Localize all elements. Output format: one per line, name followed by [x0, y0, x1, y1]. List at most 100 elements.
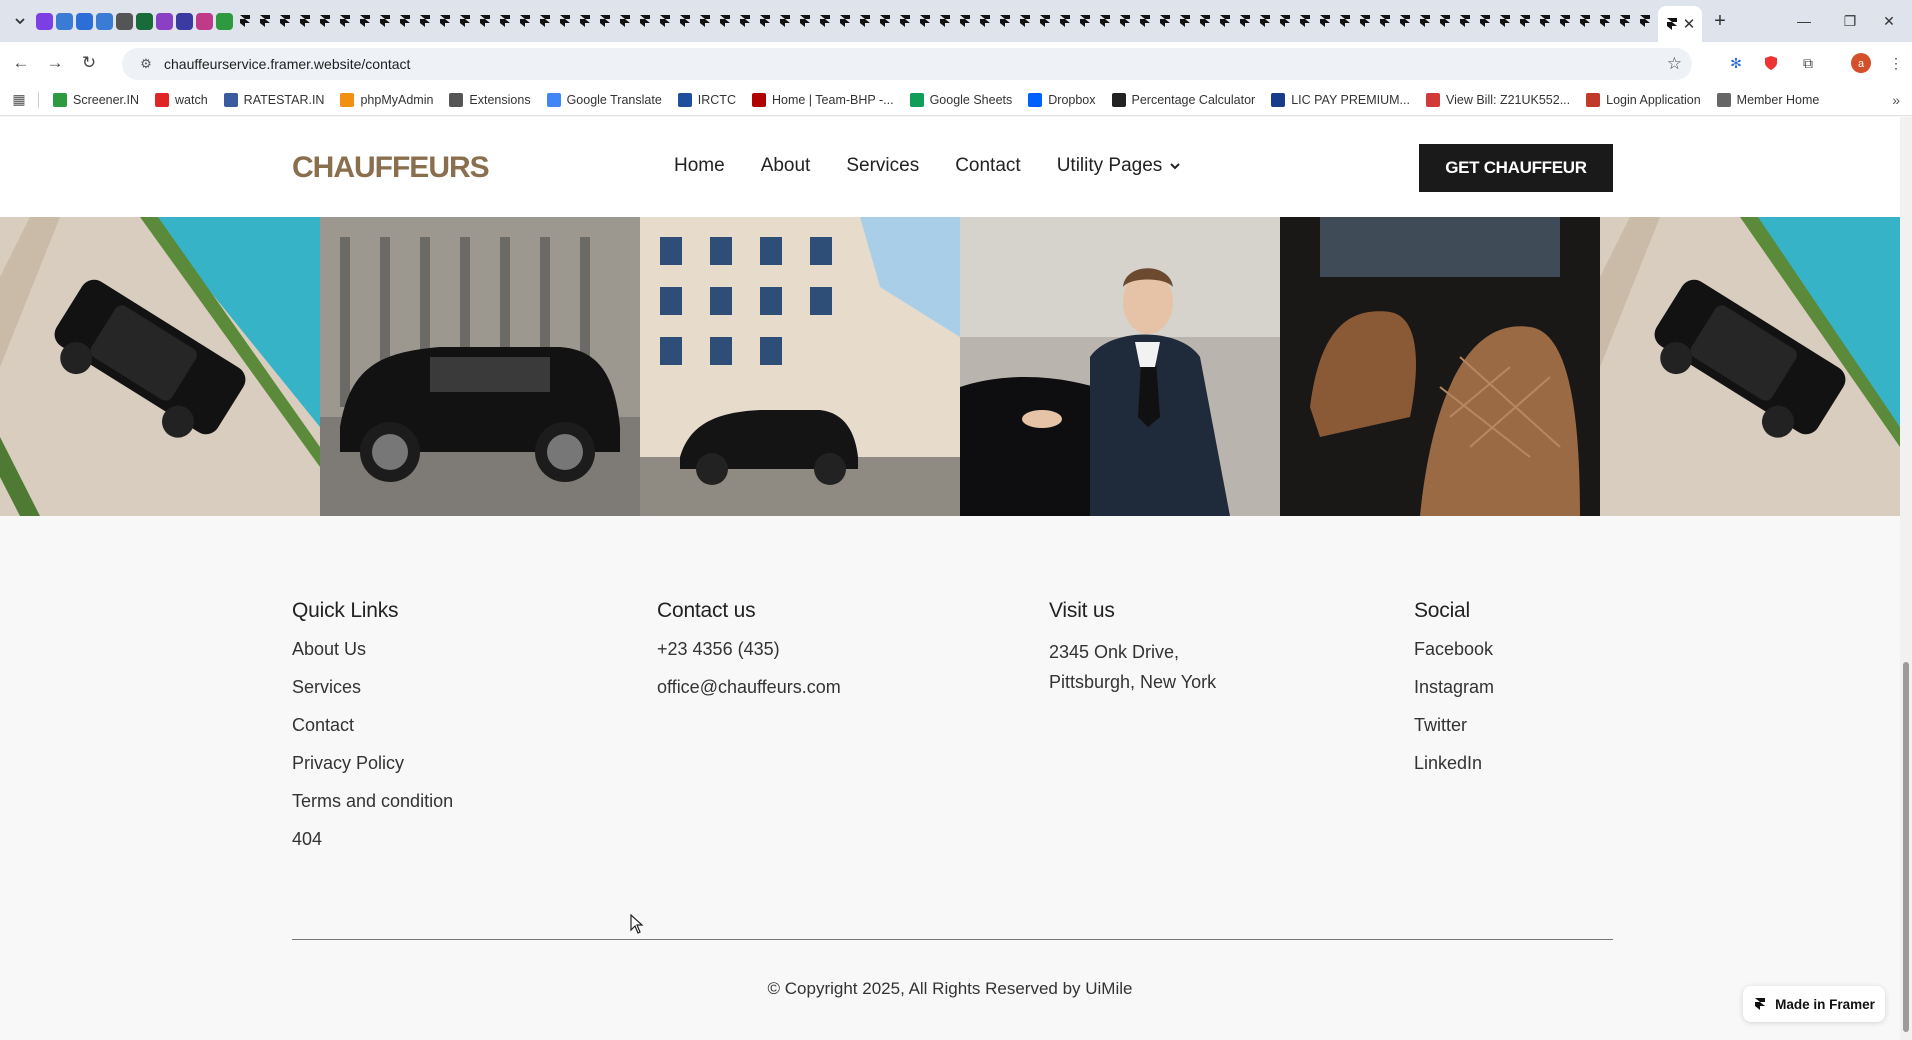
pinned-tab-framer-icon[interactable]	[456, 13, 473, 30]
pinned-tab-framer-icon[interactable]	[1416, 13, 1433, 30]
pinned-tab-framer-icon[interactable]	[316, 13, 333, 30]
pinned-tab-framer-icon[interactable]	[1096, 13, 1113, 30]
pinned-tab-framer-icon[interactable]	[1376, 13, 1393, 30]
pinned-tab-framer-icon[interactable]	[356, 13, 373, 30]
pinned-tab-framer-icon[interactable]	[1336, 13, 1353, 30]
pinned-tab-framer-icon[interactable]	[336, 13, 353, 30]
pinned-tab-framer-icon[interactable]	[996, 13, 1013, 30]
pinned-tab-framer-icon[interactable]	[1396, 13, 1413, 30]
pinned-tab-framer-icon[interactable]	[1576, 13, 1593, 30]
pinned-tab-favicon[interactable]	[56, 12, 73, 30]
pinned-tab-framer-icon[interactable]	[516, 13, 533, 30]
bookmark-item[interactable]: Home | Team-BHP -...	[744, 92, 902, 107]
pinned-tab-framer-icon[interactable]	[616, 13, 633, 30]
pinned-tab-favicon[interactable]	[36, 12, 53, 30]
bookmark-item[interactable]: Extensions	[441, 92, 538, 107]
pinned-tab-favicon[interactable]	[196, 12, 213, 30]
pinned-tab-framer-icon[interactable]	[396, 13, 413, 30]
forward-button[interactable]: →	[38, 46, 72, 80]
pinned-tab-favicon[interactable]	[76, 12, 93, 30]
pinned-tab-framer-icon[interactable]	[276, 13, 293, 30]
scrollbar-thumb[interactable]	[1903, 662, 1909, 1032]
pinned-tab-framer-icon[interactable]	[1496, 13, 1513, 30]
pinned-tab-framer-icon[interactable]	[1456, 13, 1473, 30]
new-tab-button[interactable]: +	[1706, 9, 1734, 33]
pinned-tab-favicon[interactable]	[136, 12, 153, 30]
bookmark-item[interactable]: Screener.IN	[45, 92, 147, 107]
pinned-tab-framer-icon[interactable]	[716, 13, 733, 30]
pinned-tab-framer-icon[interactable]	[1436, 13, 1453, 30]
bookmark-item[interactable]: View Bill: Z21UK552...	[1418, 92, 1578, 107]
minimize-button[interactable]: —	[1781, 0, 1827, 42]
extension-icon[interactable]: ✻	[1725, 52, 1747, 74]
pinned-tab-framer-icon[interactable]	[1596, 13, 1613, 30]
close-tab-icon[interactable]: ✕	[1683, 15, 1696, 33]
pinned-tab-framer-icon[interactable]	[596, 13, 613, 30]
pinned-tab-framer-icon[interactable]	[1156, 13, 1173, 30]
pinned-tab-framer-icon[interactable]	[556, 13, 573, 30]
bookmark-item[interactable]: Google Sheets	[902, 92, 1021, 107]
pinned-tab-framer-icon[interactable]	[1356, 13, 1373, 30]
bookmark-item[interactable]: Google Translate	[539, 92, 670, 107]
nav-contact[interactable]: Contact	[955, 155, 1020, 177]
pinned-tab-framer-icon[interactable]	[936, 13, 953, 30]
back-button[interactable]: ←	[4, 46, 38, 80]
pinned-tab-framer-icon[interactable]	[796, 13, 813, 30]
pinned-tab-framer-icon[interactable]	[756, 13, 773, 30]
reload-button[interactable]: ↻	[72, 46, 106, 80]
pinned-tab-framer-icon[interactable]	[436, 13, 453, 30]
nav-services[interactable]: Services	[846, 155, 919, 177]
bookmark-item[interactable]: watch	[147, 92, 216, 107]
menu-kebab-icon[interactable]: ⋮	[1885, 52, 1907, 74]
pinned-tab-framer-icon[interactable]	[1076, 13, 1093, 30]
address-bar[interactable]: ⚙ chauffeurservice.framer.website/contac…	[122, 48, 1692, 80]
pinned-tab-framer-icon[interactable]	[976, 13, 993, 30]
pinned-tab-framer-icon[interactable]	[1556, 13, 1573, 30]
footer-link-services[interactable]: Services	[292, 675, 453, 713]
footer-link-privacy[interactable]: Privacy Policy	[292, 751, 453, 789]
tab-search-button[interactable]	[6, 7, 34, 35]
pinned-tab-framer-icon[interactable]	[1056, 13, 1073, 30]
pinned-tab-framer-icon[interactable]	[636, 13, 653, 30]
shield-extension-icon[interactable]	[1760, 52, 1782, 74]
pinned-tab-framer-icon[interactable]	[1516, 13, 1533, 30]
extensions-puzzle-icon[interactable]: ⧉	[1797, 52, 1819, 74]
bookmark-item[interactable]: IRCTC	[670, 92, 744, 107]
bookmark-star-icon[interactable]: ☆	[1667, 54, 1682, 74]
bookmark-item[interactable]: Percentage Calculator	[1104, 92, 1264, 107]
pinned-tab-framer-icon[interactable]	[696, 13, 713, 30]
footer-link-about[interactable]: About Us	[292, 637, 453, 675]
pinned-tab-framer-icon[interactable]	[1536, 13, 1553, 30]
bookmark-item[interactable]: LIC PAY PREMIUM...	[1263, 92, 1418, 107]
bookmark-item[interactable]: phpMyAdmin	[332, 92, 441, 107]
pinned-tab-framer-icon[interactable]	[1216, 13, 1233, 30]
pinned-tab-framer-icon[interactable]	[256, 13, 273, 30]
nav-utility-pages[interactable]: Utility Pages	[1057, 155, 1182, 177]
bookmark-item[interactable]: RATESTAR.IN	[216, 92, 333, 107]
pinned-tab-framer-icon[interactable]	[376, 13, 393, 30]
pinned-tab-framer-icon[interactable]	[736, 13, 753, 30]
pinned-tab-framer-icon[interactable]	[1276, 13, 1293, 30]
pinned-tab-framer-icon[interactable]	[1296, 13, 1313, 30]
pinned-tab-framer-icon[interactable]	[1196, 13, 1213, 30]
contact-phone[interactable]: +23 4356 (435)	[657, 637, 841, 675]
close-window-button[interactable]: ✕	[1866, 0, 1912, 42]
profile-avatar[interactable]: a	[1850, 52, 1872, 74]
page-scrollbar[interactable]	[1900, 117, 1912, 1040]
pinned-tab-framer-icon[interactable]	[536, 13, 553, 30]
pinned-tab-framer-icon[interactable]	[1136, 13, 1153, 30]
url-text[interactable]: chauffeurservice.framer.website/contact	[164, 56, 410, 72]
made-in-framer-badge[interactable]: Made in Framer	[1743, 986, 1885, 1022]
pinned-tab-framer-icon[interactable]	[1636, 13, 1651, 30]
pinned-tab-framer-icon[interactable]	[836, 13, 853, 30]
pinned-tab-framer-icon[interactable]	[1016, 13, 1033, 30]
pinned-tab-framer-icon[interactable]	[856, 13, 873, 30]
active-tab[interactable]: ✕	[1658, 6, 1702, 42]
pinned-tab-favicon[interactable]	[116, 12, 133, 30]
pinned-tab-framer-icon[interactable]	[1256, 13, 1273, 30]
pinned-tab-framer-icon[interactable]	[1116, 13, 1133, 30]
pinned-tab-framer-icon[interactable]	[496, 13, 513, 30]
pinned-tab-framer-icon[interactable]	[296, 13, 313, 30]
pinned-tab-favicon[interactable]	[96, 12, 113, 30]
social-instagram[interactable]: Instagram	[1414, 675, 1494, 713]
